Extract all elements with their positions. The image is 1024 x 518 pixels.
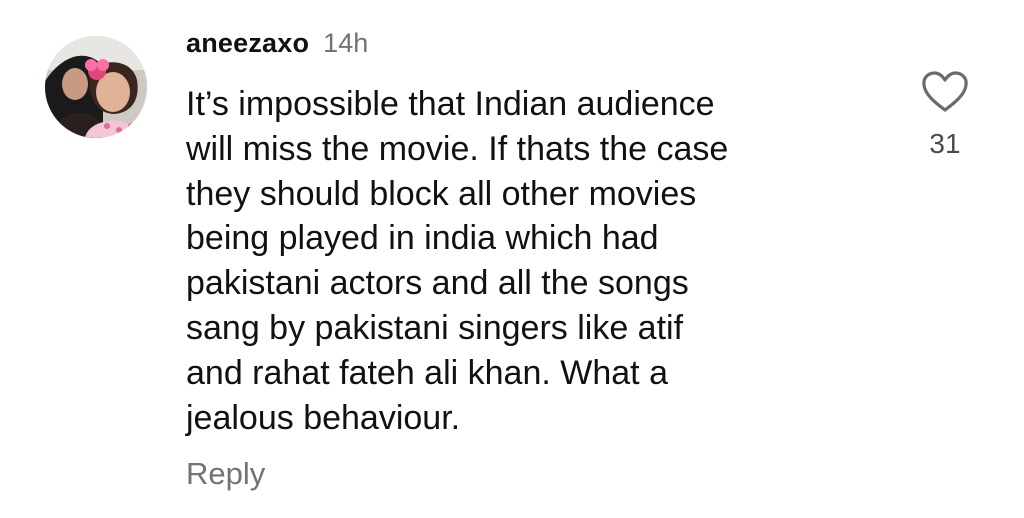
comment-line: and rahat fateh ali khan. What a (186, 353, 668, 392)
comment-line: jealous behaviour. (186, 398, 461, 437)
username[interactable]: aneezaxo (186, 28, 309, 59)
comment-item: aneezaxo 14h It’s impossible that Indian… (0, 0, 1024, 518)
comment-line: It’s impossible that Indian audience (186, 85, 715, 123)
comment-line: will miss the movie. If thats the case (186, 129, 729, 168)
like-count: 31 (929, 128, 961, 159)
comment-line: they should block all other movies (186, 174, 697, 213)
avatar-image (45, 36, 147, 138)
like-area: 31 (914, 70, 976, 160)
like-button[interactable] (921, 70, 969, 114)
comment-line: being played in india which had (186, 219, 659, 258)
comment-line: pakistani actors and all the songs (186, 264, 689, 303)
comment-line: sang by pakistani singers like atif (186, 308, 684, 347)
heart-outline-icon (922, 71, 968, 112)
timestamp: 14h (323, 28, 369, 58)
reply-button[interactable]: Reply (186, 456, 265, 492)
comment-header: aneezaxo 14h (186, 28, 368, 68)
comment-text: It’s impossible that Indian audience wil… (186, 82, 866, 440)
avatar[interactable] (45, 36, 147, 138)
